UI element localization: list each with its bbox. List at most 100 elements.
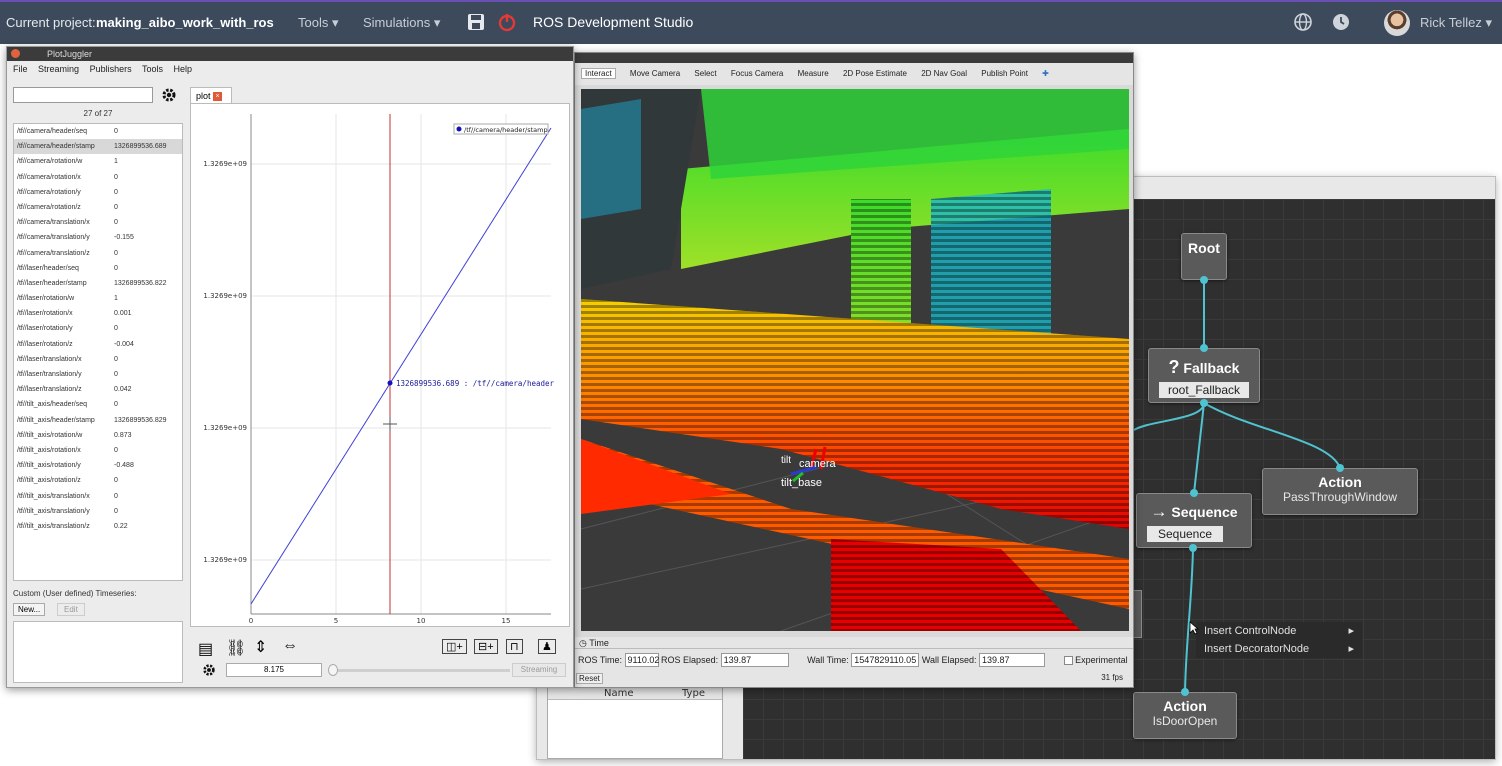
close-icon[interactable] xyxy=(11,49,20,58)
menu-item-insert-controlnode[interactable]: Insert ControlNode ▸ xyxy=(1196,622,1362,640)
wall-time-label: Wall Time: xyxy=(807,655,849,665)
legend-marker xyxy=(456,126,462,132)
timeseries-value: -0.004 xyxy=(114,340,134,348)
timeseries-row[interactable]: /tf//camera/header/stamp 1326899536.689 xyxy=(14,139,182,155)
timeseries-row[interactable]: /tf//camera/translation/x 0 xyxy=(14,215,182,230)
zoom-vertical-icon[interactable]: ⇕ xyxy=(254,637,267,657)
tool-move-camera[interactable]: Move Camera xyxy=(630,69,680,78)
new-button[interactable]: New... xyxy=(13,603,46,616)
timeseries-row[interactable]: /tf//camera/translation/y -0.155 xyxy=(14,230,182,245)
step-function-icon[interactable]: ⊓ xyxy=(506,639,523,654)
filter-input[interactable] xyxy=(13,87,153,103)
clock-icon: ◷ xyxy=(579,638,587,648)
menu-tools[interactable]: Tools xyxy=(142,64,163,74)
gear-icon[interactable] xyxy=(202,663,216,677)
port-fallback-out[interactable] xyxy=(1200,399,1208,407)
ros-elapsed-field[interactable]: 139.87 xyxy=(720,653,789,667)
timeseries-row[interactable]: /tf//camera/rotation/x 0 xyxy=(14,170,182,185)
menu-publishers[interactable]: Publishers xyxy=(90,64,132,74)
time-slider[interactable] xyxy=(330,669,510,672)
split-horizontal-icon[interactable]: ◫+ xyxy=(442,639,467,654)
tool-measure[interactable]: Measure xyxy=(798,69,829,78)
plus-icon[interactable]: ✚ xyxy=(1042,69,1049,78)
tool-2d-pose-estimate[interactable]: 2D Pose Estimate xyxy=(843,69,907,78)
3d-view[interactable]: tilt camera tilt_base xyxy=(581,89,1129,631)
reset-button[interactable]: Reset xyxy=(576,673,603,684)
tool-select[interactable]: Select xyxy=(694,69,716,78)
node-fallback-label[interactable]: root_Fallback xyxy=(1159,382,1249,398)
node-action-passthroughwindow[interactable]: Action PassThroughWindow xyxy=(1262,468,1418,515)
timeseries-name: /tf//laser/translation/z xyxy=(17,386,82,394)
timeseries-name: /tf//tilt_axis/rotation/x xyxy=(17,446,81,454)
node-action-isdooropen[interactable]: Action IsDoorOpen xyxy=(1133,692,1237,739)
timeseries-value: 0 xyxy=(114,325,118,333)
timeseries-row[interactable]: /tf//tilt_axis/translation/y 0 xyxy=(14,504,182,519)
timeseries-name: /tf//camera/rotation/x xyxy=(17,173,81,181)
menu-help[interactable]: Help xyxy=(173,64,192,74)
timeseries-row[interactable]: /tf//tilt_axis/rotation/x 0 xyxy=(14,443,182,458)
node-fallback[interactable]: ? Fallback root_Fallback xyxy=(1148,348,1260,403)
timeseries-row[interactable]: /tf//laser/header/seq 0 xyxy=(14,261,182,276)
zoom-horizontal-icon[interactable]: ⇔ xyxy=(282,637,298,655)
experimental-checkbox[interactable] xyxy=(1063,656,1073,666)
node-action-sub: PassThroughWindow xyxy=(1282,490,1398,504)
tool-interact[interactable]: Interact xyxy=(581,68,616,79)
timeseries-row[interactable]: /tf//laser/rotation/y 0 xyxy=(14,321,182,336)
close-tab-icon[interactable]: × xyxy=(213,92,223,102)
time-slider-handle[interactable] xyxy=(328,664,338,676)
port-sequence-out[interactable] xyxy=(1189,544,1197,552)
port-action-pass-in[interactable] xyxy=(1336,464,1344,472)
node-sequence[interactable]: → Sequence Sequence xyxy=(1136,493,1252,548)
ros-time-field[interactable]: 9110.02 xyxy=(624,653,659,667)
timeseries-row[interactable]: /tf//laser/rotation/w 1 xyxy=(14,291,182,306)
port-root-out[interactable] xyxy=(1200,276,1208,284)
timeseries-row[interactable]: /tf//tilt_axis/header/stamp 1326899536.82… xyxy=(14,413,182,428)
list-view-icon[interactable]: ▤ xyxy=(198,639,213,659)
timeseries-row[interactable]: /tf//camera/header/seq 0 xyxy=(14,124,182,139)
timeseries-row[interactable]: /tf//tilt_axis/rotation/y -0.488 xyxy=(14,458,182,473)
menu-streaming[interactable]: Streaming xyxy=(38,64,79,74)
port-action-door-in[interactable] xyxy=(1181,688,1189,696)
gear-icon[interactable] xyxy=(161,87,177,103)
timeseries-list[interactable]: /tf//camera/header/seq 0/tf//camera/heade… xyxy=(13,123,183,581)
timeseries-row[interactable]: /tf//laser/rotation/x 0.001 xyxy=(14,306,182,321)
timeseries-row[interactable]: /tf//tilt_axis/translation/x 0 xyxy=(14,489,182,504)
link-icon[interactable]: ⛓ xyxy=(226,638,246,658)
port-sequence-in[interactable] xyxy=(1190,489,1198,497)
wall-time-field[interactable]: 1547829110.05 xyxy=(851,653,920,667)
timeseries-row[interactable]: /tf//laser/header/stamp 1326899536.822 xyxy=(14,276,182,291)
timeseries-name: /tf//laser/rotation/z xyxy=(17,340,73,348)
node-root[interactable]: Root xyxy=(1181,233,1227,280)
split-vertical-icon[interactable]: ⊟+ xyxy=(474,639,498,654)
menu-file[interactable]: File xyxy=(13,64,28,74)
timeseries-row[interactable]: /tf//laser/translation/x 0 xyxy=(14,352,182,367)
custom-timeseries-list[interactable] xyxy=(13,621,183,683)
timeseries-value: 0 xyxy=(114,249,118,257)
edit-button[interactable]: Edit xyxy=(57,603,85,616)
timeseries-row[interactable]: /tf//camera/translation/z 0 xyxy=(14,246,182,261)
timeseries-row[interactable]: /tf//tilt_axis/header/seq 0 xyxy=(14,397,182,412)
port-fallback-in[interactable] xyxy=(1200,344,1208,352)
timeseries-row[interactable]: /tf//laser/translation/z 0.042 xyxy=(14,382,182,397)
timeseries-row[interactable]: /tf//laser/rotation/z -0.004 xyxy=(14,337,182,352)
plot-bottom-toolbar: ▤ ⛓ ⇕ ⇔ ◫+ ⊟+ ⊓ ♟ 8.175 Streaming xyxy=(190,635,570,685)
time-value-field[interactable]: 8.175 xyxy=(226,663,322,677)
tool-2d-nav-goal[interactable]: 2D Nav Goal xyxy=(921,69,967,78)
timeseries-row[interactable]: /tf//tilt_axis/rotation/w 0.873 xyxy=(14,428,182,443)
node-sequence-label[interactable]: Sequence xyxy=(1147,526,1223,542)
save-layout-icon[interactable]: ♟ xyxy=(538,639,556,654)
timeseries-row[interactable]: /tf//camera/rotation/z 0 xyxy=(14,200,182,215)
timeseries-value: -0.155 xyxy=(114,234,134,242)
plot-canvas[interactable]: 1326899536.689 : /tf//camera/header /tf/… xyxy=(190,103,570,627)
streaming-button[interactable]: Streaming xyxy=(512,663,566,677)
timeseries-row[interactable]: /tf//camera/rotation/w 1 xyxy=(14,154,182,169)
tool-focus-camera[interactable]: Focus Camera xyxy=(731,69,783,78)
tool-publish-point[interactable]: Publish Point xyxy=(981,69,1028,78)
timeseries-row[interactable]: /tf//tilt_axis/translation/z 0.22 xyxy=(14,519,182,534)
timeseries-row[interactable]: /tf//laser/translation/y 0 xyxy=(14,367,182,382)
timeseries-row[interactable]: /tf//camera/rotation/y 0 xyxy=(14,185,182,200)
timeseries-row[interactable]: /tf//tilt_axis/rotation/z 0 xyxy=(14,473,182,488)
plot-tab[interactable]: plot × xyxy=(190,87,232,103)
menu-item-insert-decoratornode[interactable]: Insert DecoratorNode ▸ xyxy=(1196,640,1362,658)
wall-elapsed-field[interactable]: 139.87 xyxy=(979,653,1046,667)
